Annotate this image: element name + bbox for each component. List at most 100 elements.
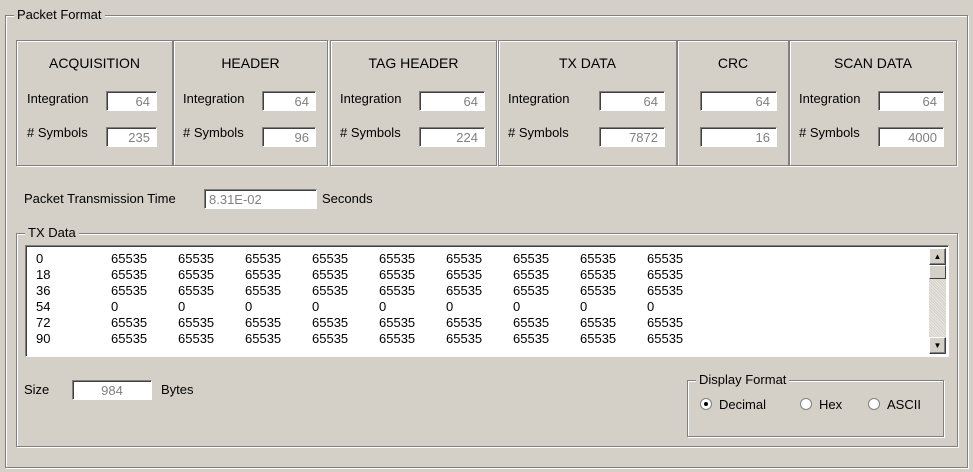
integration-label: Integration <box>508 91 570 106</box>
symbols-label: # Symbols <box>27 125 88 140</box>
tx-data-title: TX Data <box>25 225 79 241</box>
row-value: 65535 <box>379 267 416 282</box>
radio-decimal[interactable]: Decimal <box>700 397 766 412</box>
row-value: 65535 <box>513 315 550 330</box>
row-value: 65535 <box>513 267 550 282</box>
symbols-field[interactable]: 96 <box>262 127 316 147</box>
row-value: 65535 <box>178 251 215 266</box>
row-value: 65535 <box>379 251 416 266</box>
row-index: 72 <box>36 315 51 330</box>
radio-hex-label: Hex <box>819 397 843 412</box>
scroll-thumb[interactable] <box>929 265 946 279</box>
section-crc: CRC 64 16 <box>677 40 789 166</box>
row-value: 65535 <box>111 331 148 346</box>
row-value: 65535 <box>580 315 617 330</box>
radio-ascii[interactable]: ASCII <box>868 397 921 412</box>
row-value: 65535 <box>245 251 282 266</box>
row-value: 65535 <box>446 315 483 330</box>
row-value: 0 <box>446 299 454 314</box>
symbols-label: # Symbols <box>340 125 401 140</box>
symbols-label: # Symbols <box>799 125 860 140</box>
row-value: 65535 <box>379 283 416 298</box>
section-scan-data: SCAN DATA Integration 64 # Symbols 4000 <box>789 40 957 166</box>
transmission-time-unit: Seconds <box>322 191 373 206</box>
row-value: 0 <box>379 299 387 314</box>
radio-ascii-label: ASCII <box>887 397 921 412</box>
integration-field[interactable]: 64 <box>599 91 665 111</box>
row-value: 65535 <box>178 283 215 298</box>
symbols-field[interactable]: 4000 <box>878 127 944 147</box>
row-value: 0 <box>312 299 320 314</box>
row-value: 65535 <box>245 331 282 346</box>
scroll-down-icon[interactable]: ▼ <box>929 337 946 354</box>
symbols-field[interactable]: 16 <box>700 127 777 147</box>
row-value: 65535 <box>245 283 282 298</box>
radio-ascii-icon[interactable] <box>868 398 880 410</box>
row-value: 0 <box>178 299 186 314</box>
row-value: 65535 <box>446 331 483 346</box>
size-label: Size <box>24 382 50 397</box>
packet-format-title: Packet Format <box>14 7 105 23</box>
symbols-field[interactable]: 235 <box>106 127 157 147</box>
section-tx-data: TX DATA Integration 64 # Symbols 7872 <box>498 40 677 166</box>
row-value: 65535 <box>580 331 617 346</box>
section-title: SCAN DATA <box>833 55 913 71</box>
size-field[interactable]: 984 <box>72 380 152 400</box>
section-title: ACQUISITION <box>48 55 140 71</box>
row-value: 65535 <box>513 283 550 298</box>
row-index: 18 <box>36 267 51 282</box>
row-value: 0 <box>245 299 253 314</box>
radio-hex-icon[interactable] <box>800 398 812 410</box>
section-acquisition: ACQUISITION Integration 64 # Symbols 235 <box>16 40 173 166</box>
row-value: 65535 <box>446 267 483 282</box>
vertical-scrollbar[interactable]: ▲ ▼ <box>929 248 946 354</box>
integration-label: Integration <box>340 91 402 106</box>
radio-decimal-icon[interactable] <box>700 398 712 410</box>
size-unit: Bytes <box>161 382 194 397</box>
tx-data-listbox[interactable]: 0 65535 65535 65535 65535 65535 65535 65535 6553… <box>25 245 949 357</box>
row-value: 65535 <box>312 251 349 266</box>
radio-decimal-label: Decimal <box>719 397 766 412</box>
row-value: 65535 <box>178 267 215 282</box>
row-value: 65535 <box>379 315 416 330</box>
row-value: 65535 <box>312 331 349 346</box>
transmission-time-field[interactable]: 8.31E-02 <box>204 189 317 209</box>
row-value: 0 <box>647 299 655 314</box>
row-value: 65535 <box>178 331 215 346</box>
row-value: 65535 <box>245 267 282 282</box>
row-value: 65535 <box>312 267 349 282</box>
integration-field[interactable]: 64 <box>106 91 157 111</box>
symbols-label: # Symbols <box>183 125 244 140</box>
row-index: 0 <box>36 251 44 266</box>
row-value: 65535 <box>312 315 349 330</box>
integration-field[interactable]: 64 <box>419 91 485 111</box>
display-format-title: Display Format <box>696 372 790 388</box>
symbols-field[interactable]: 224 <box>419 127 485 147</box>
integration-field[interactable]: 64 <box>700 91 777 111</box>
section-title: CRC <box>717 55 749 71</box>
radio-hex[interactable]: Hex <box>800 397 842 412</box>
row-value: 65535 <box>111 283 148 298</box>
row-index: 90 <box>36 331 51 346</box>
integration-label: Integration <box>799 91 861 106</box>
row-value: 65535 <box>379 331 416 346</box>
scroll-up-icon[interactable]: ▲ <box>929 248 946 265</box>
row-value: 65535 <box>647 251 684 266</box>
symbols-label: # Symbols <box>508 125 569 140</box>
row-value: 65535 <box>647 315 684 330</box>
symbols-field[interactable]: 7872 <box>599 127 665 147</box>
section-tag-header: TAG HEADER Integration 64 # Symbols 224 <box>330 40 497 166</box>
row-value: 65535 <box>111 251 148 266</box>
section-title: TX DATA <box>558 55 617 71</box>
row-value: 65535 <box>178 315 215 330</box>
integration-field[interactable]: 64 <box>878 91 944 111</box>
row-value: 65535 <box>580 283 617 298</box>
row-value: 0 <box>580 299 588 314</box>
row-value: 65535 <box>111 267 148 282</box>
section-title: HEADER <box>221 55 280 71</box>
row-value: 0 <box>513 299 521 314</box>
integration-field[interactable]: 64 <box>262 91 316 111</box>
row-index: 54 <box>36 299 51 314</box>
row-value: 65535 <box>580 267 617 282</box>
row-value: 65535 <box>111 315 148 330</box>
